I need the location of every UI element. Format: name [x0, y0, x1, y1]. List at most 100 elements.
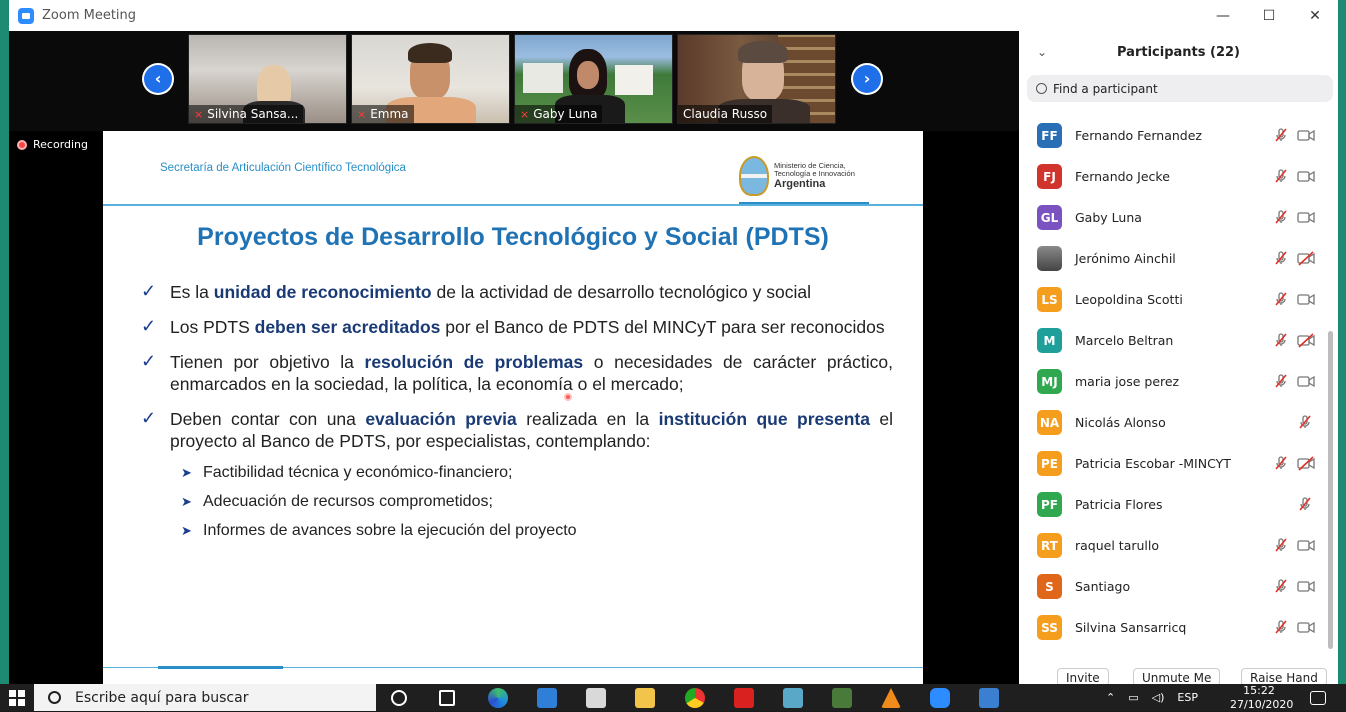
- participant-row[interactable]: SS Silvina Sansarricq: [1019, 607, 1325, 648]
- participant-list-scrollbar[interactable]: [1328, 331, 1333, 649]
- notes-app-icon[interactable]: [783, 688, 803, 708]
- volume-icon[interactable]: ◁): [1152, 691, 1165, 704]
- shared-screen-slide: Secretaría de Articulación Científico Te…: [103, 131, 923, 684]
- video-on-icon: [1297, 579, 1315, 594]
- windows-taskbar: Escribe aquí para buscar ⌃ ▭ ◁) ESP 15:2…: [0, 684, 1346, 711]
- mail-icon[interactable]: [537, 688, 557, 708]
- taskbar-clock[interactable]: 15:22 27/10/2020: [1230, 684, 1293, 711]
- windows-start-button[interactable]: [0, 684, 34, 711]
- edge-browser-icon[interactable]: [488, 688, 508, 708]
- participant-list: FF Fernando Fernandez FJ Fernando Jecke GL Ga…: [1019, 115, 1325, 648]
- thumb-name: Claudia Russo: [683, 107, 768, 121]
- header-accent-line: [739, 202, 869, 204]
- sub-bullet-text: Factibilidad técnica y económico-financi…: [203, 464, 513, 481]
- bullet-item: ✓ Tienen por objetivo la resolución de p…: [141, 351, 893, 395]
- participant-name: raquel tarullo: [1075, 538, 1160, 553]
- raise-hand-button[interactable]: Raise Hand: [1241, 668, 1327, 684]
- participant-row[interactable]: S Santiago: [1019, 566, 1325, 607]
- video-on-icon: [1297, 538, 1315, 553]
- acrobat-icon[interactable]: [734, 688, 754, 708]
- bullet-text: Tienen por objetivo la: [170, 352, 365, 372]
- arrow-bullet-icon: ➤: [181, 494, 192, 509]
- cortana-icon[interactable]: [391, 690, 407, 706]
- photos-app-icon[interactable]: [979, 688, 999, 708]
- participant-row[interactable]: PE Patricia Escobar -MINCYT: [1019, 443, 1325, 484]
- video-thumb-2[interactable]: ⨯ Gaby Luna: [514, 34, 673, 124]
- participant-avatar: PF: [1037, 492, 1062, 517]
- participant-row[interactable]: PF Patricia Flores: [1019, 484, 1325, 525]
- slide-bullets: ✓ Es la unidad de reconocimiento de la a…: [141, 281, 893, 552]
- participant-row[interactable]: M Marcelo Beltran: [1019, 320, 1325, 361]
- background-wall: [615, 65, 653, 95]
- maximize-button[interactable]: ☐: [1246, 0, 1292, 31]
- bullet-text: Los PDTS: [170, 317, 255, 337]
- bullet-text: Deben contar con una: [170, 409, 366, 429]
- participant-name: Jerónimo Ainchil: [1075, 251, 1176, 266]
- participant-row[interactable]: RT raquel tarullo: [1019, 525, 1325, 566]
- network-icon[interactable]: ▭: [1128, 691, 1138, 704]
- participant-search[interactable]: [1027, 75, 1333, 102]
- mic-muted-icon: [1273, 209, 1289, 225]
- participant-row[interactable]: FJ Fernando Jecke: [1019, 156, 1325, 197]
- sub-bullet-item: ➤ Factibilidad técnica y económico-financ…: [181, 463, 893, 483]
- participant-name: Fernando Jecke: [1075, 169, 1170, 184]
- bullet-item: ✓ Deben contar con una evaluación previa…: [141, 408, 893, 452]
- mic-muted-icon: [1273, 578, 1289, 594]
- background-wall: [523, 63, 563, 93]
- recording-label: Recording: [33, 138, 89, 151]
- mic-muted-icon: [1273, 291, 1289, 307]
- participant-row[interactable]: Jerónimo Ainchil: [1019, 238, 1325, 279]
- invite-button[interactable]: Invite: [1057, 668, 1109, 684]
- search-icon: [1036, 83, 1047, 94]
- file-explorer-icon[interactable]: [635, 688, 655, 708]
- minimize-button[interactable]: —: [1200, 0, 1246, 31]
- task-view-icon[interactable]: [439, 690, 455, 706]
- clock-time: 15:22: [1243, 684, 1275, 697]
- chrome-icon[interactable]: [685, 688, 705, 708]
- language-indicator[interactable]: ESP: [1177, 691, 1198, 704]
- close-button[interactable]: ✕: [1292, 0, 1338, 31]
- bullet-text: realizada en la: [516, 409, 659, 429]
- video-thumbnail-strip: ‹ ⨯ Silvina Sansa... ⨯ Emma ⨯ Gaby Luna Cl: [9, 31, 1019, 131]
- participants-panel: ⌄ Participants (22) FFFernando Fernandez…: [1019, 31, 1338, 684]
- participant-row[interactable]: MJ maria jose perez: [1019, 361, 1325, 402]
- participant-row[interactable]: NA Nicolás Alonso: [1019, 402, 1325, 443]
- participant-avatar: LS: [1037, 287, 1062, 312]
- next-videos-button[interactable]: ›: [851, 63, 883, 95]
- footer-accent-line: [158, 666, 283, 669]
- participant-search-input[interactable]: [1053, 81, 1313, 96]
- video-on-icon: [1297, 210, 1315, 225]
- mic-muted-icon: [1273, 373, 1289, 389]
- mic-muted-icon: [1273, 332, 1289, 348]
- unmute-me-button[interactable]: Unmute Me: [1133, 668, 1221, 684]
- video-thumb-1[interactable]: ⨯ Emma: [351, 34, 510, 124]
- notifications-icon[interactable]: [1310, 691, 1326, 705]
- title-bar[interactable]: Zoom Meeting — ☐ ✕: [9, 0, 1338, 31]
- participant-row[interactable]: FF Fernando Fernandez: [1019, 115, 1325, 156]
- participant-name: Gaby Luna: [1075, 210, 1142, 225]
- video-off-icon: [1297, 251, 1315, 266]
- participant-hair: [408, 43, 452, 63]
- participant-avatar: M: [1037, 328, 1062, 353]
- tray-overflow-icon[interactable]: ⌃: [1106, 691, 1115, 704]
- presenter-pointer-icon: [564, 393, 572, 401]
- video-off-icon: [1297, 456, 1315, 471]
- vlc-icon[interactable]: [881, 688, 901, 708]
- thumb-name: Emma: [370, 107, 409, 121]
- utility-app-icon[interactable]: [832, 688, 852, 708]
- mic-muted-icon: [1273, 537, 1289, 553]
- store-icon[interactable]: [586, 688, 606, 708]
- participant-name: maria jose perez: [1075, 374, 1180, 389]
- mic-muted-icon: [1297, 496, 1313, 512]
- previous-videos-button[interactable]: ‹: [142, 63, 174, 95]
- participant-row[interactable]: LS Leopoldina Scotti: [1019, 279, 1325, 320]
- mic-muted-icon: [1297, 414, 1313, 430]
- zoom-taskbar-icon[interactable]: [930, 688, 950, 708]
- video-thumb-0[interactable]: ⨯ Silvina Sansa...: [188, 34, 347, 124]
- taskbar-search-box[interactable]: Escribe aquí para buscar: [34, 684, 376, 711]
- video-thumb-3[interactable]: Claudia Russo: [677, 34, 836, 124]
- participant-row[interactable]: GL Gaby Luna: [1019, 197, 1325, 238]
- sub-bullet-item: ➤ Adecuación de recursos comprometidos;: [181, 492, 893, 512]
- bullet-bold: unidad de reconocimiento: [213, 282, 432, 302]
- participant-avatar: GL: [1037, 205, 1062, 230]
